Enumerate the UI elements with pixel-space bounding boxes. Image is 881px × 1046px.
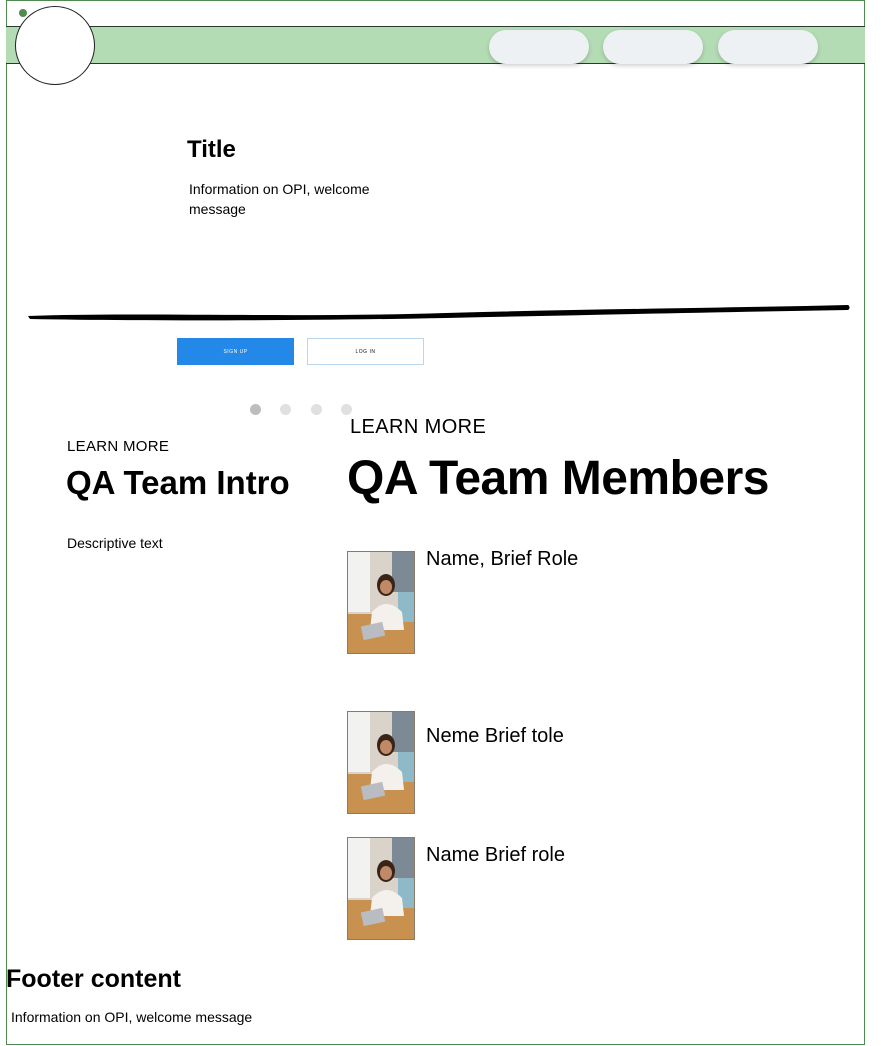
nav-button-1[interactable] xyxy=(489,30,589,64)
carousel-dot-4[interactable] xyxy=(341,404,352,415)
members-learn-more[interactable]: LEARN MORE xyxy=(350,416,486,439)
member-photo xyxy=(347,551,415,654)
hero-title: Title xyxy=(187,136,236,163)
carousel-dot-2[interactable] xyxy=(280,404,291,415)
hand-drawn-divider xyxy=(28,305,850,321)
member-name: Neme Brief tole xyxy=(426,725,564,747)
hero-text: Information on OPI, welcome message xyxy=(189,181,370,217)
member-photo xyxy=(347,837,415,940)
login-button[interactable]: LOG IN xyxy=(307,338,424,365)
intro-learn-more[interactable]: LEARN MORE xyxy=(67,438,169,455)
members-title: QA Team Members xyxy=(347,452,769,505)
logo-circle[interactable] xyxy=(15,6,95,85)
footer-title: Footer content xyxy=(6,965,181,993)
carousel-dot-1[interactable] xyxy=(250,404,261,415)
carousel-dot-3[interactable] xyxy=(311,404,322,415)
footer-text: Information on OPI, welcome message xyxy=(11,1009,253,1025)
nav-button-3[interactable] xyxy=(718,30,818,64)
member-name: Name Brief role xyxy=(426,844,565,866)
intro-title: QA Team Intro xyxy=(66,464,290,501)
intro-description: Descriptive text xyxy=(67,535,163,551)
member-name: Name, Brief Role xyxy=(426,548,579,570)
member-photo xyxy=(347,711,415,814)
page-frame xyxy=(6,0,865,1045)
logo-dot-icon xyxy=(19,9,27,17)
nav-button-2[interactable] xyxy=(603,30,703,64)
signup-button[interactable]: SIGN UP xyxy=(177,338,294,365)
